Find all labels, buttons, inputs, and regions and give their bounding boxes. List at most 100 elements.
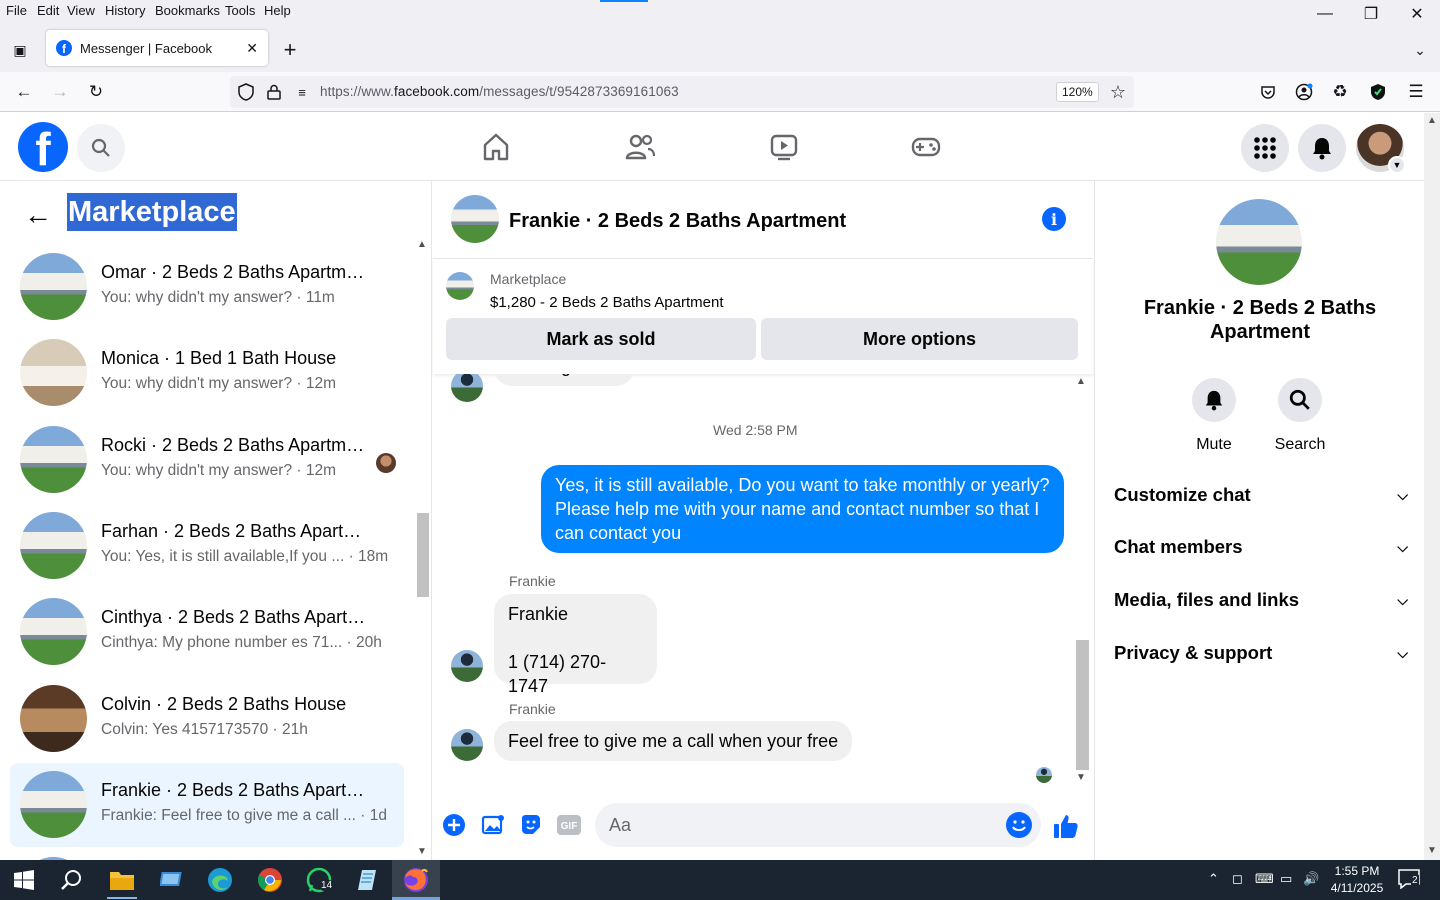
scroll-down-icon[interactable]: ▼ <box>1427 845 1437 856</box>
close-tab-icon[interactable]: ✕ <box>246 40 258 57</box>
menu-file[interactable]: File <box>6 3 27 18</box>
conversation-item-next[interactable] <box>10 849 404 860</box>
scroll-up-icon[interactable]: ▲ <box>1076 376 1086 387</box>
message-bubble-incoming[interactable]: Message sent <box>494 374 635 386</box>
conversation-item-cinthya[interactable]: Cinthya · 2 Beds 2 Baths Apartment Cinth… <box>10 590 404 674</box>
edge-icon[interactable] <box>206 866 234 894</box>
info-icon[interactable]: i <box>1042 207 1066 231</box>
chrome-icon[interactable] <box>256 866 284 894</box>
page-scrollbar[interactable]: ▲ ▼ <box>1424 113 1440 860</box>
photo-icon[interactable] <box>480 812 506 838</box>
watch-icon[interactable] <box>764 127 804 167</box>
search-in-conversation-button[interactable]: Search <box>1260 378 1340 454</box>
forward-button[interactable]: → <box>48 80 72 104</box>
app-menu-icon[interactable]: ☰ <box>1404 80 1428 104</box>
message-scrollbar[interactable]: ▲ ▼ <box>1073 374 1091 794</box>
input-language-icon[interactable]: ⌨ <box>1255 871 1274 887</box>
customize-chat-section[interactable]: Customize chat ⌵ <box>1114 480 1408 510</box>
back-arrow-icon[interactable]: ← <box>24 199 52 231</box>
reload-button[interactable]: ↻ <box>84 80 108 104</box>
new-tab-button[interactable]: + <box>278 37 302 62</box>
sticker-icon[interactable] <box>518 812 544 838</box>
mute-button[interactable]: Mute <box>1174 378 1254 454</box>
gaming-icon[interactable] <box>906 127 946 167</box>
conversation-item-rocki[interactable]: Rocki · 2 Beds 2 Baths Apartme... You: w… <box>10 418 404 502</box>
friends-icon[interactable] <box>620 127 660 167</box>
listing-price[interactable]: $1,280 - 2 Beds 2 Baths Apartment <box>490 294 723 311</box>
privacy-support-section[interactable]: Privacy & support ⌵ <box>1114 638 1408 668</box>
scroll-up-icon[interactable]: ▲ <box>1427 115 1437 126</box>
facebook-logo[interactable]: f <box>18 122 68 172</box>
message-bubble-outgoing[interactable]: Yes, it is still available, Do you want … <box>541 465 1064 553</box>
url-text[interactable]: https://www.facebook.com/messages/t/9542… <box>320 84 679 99</box>
menu-edit[interactable]: Edit <box>37 3 59 18</box>
firefox-taskbar-button[interactable] <box>392 860 440 900</box>
conversation-item-monica[interactable]: Monica · 1 Bed 1 Bath House You: why did… <box>10 331 404 415</box>
windows-start-icon[interactable] <box>10 866 38 894</box>
message-input[interactable]: Aa <box>595 803 1041 847</box>
scrollbar-thumb[interactable] <box>1076 640 1089 770</box>
lock-icon[interactable] <box>262 80 286 104</box>
conversation-item-frankie[interactable]: Frankie · 2 Beds 2 Baths Apartment Frank… <box>10 763 404 847</box>
list-all-tabs-icon[interactable]: ⌄ <box>1408 38 1432 62</box>
menu-view[interactable]: View <box>67 3 95 18</box>
show-hidden-icons[interactable]: ⌃ <box>1208 871 1219 887</box>
conversation-item-omar[interactable]: Omar · 2 Beds 2 Baths Apartment You: why… <box>10 245 404 329</box>
more-options-button[interactable]: More options <box>761 318 1078 360</box>
url-bar[interactable]: ≡ https://www.facebook.com/messages/t/95… <box>230 76 1134 108</box>
notifications-bell-icon[interactable] <box>1298 124 1346 172</box>
conversation-item-colvin[interactable]: Colvin · 2 Beds 2 Baths House Colvin: Ye… <box>10 677 404 761</box>
scroll-up-icon[interactable]: ▲ <box>417 239 427 250</box>
volume-icon[interactable]: 🔊 <box>1303 871 1319 887</box>
shield-icon[interactable] <box>234 80 258 104</box>
search-icon[interactable] <box>77 124 125 172</box>
message-bubble-incoming[interactable]: Frankie 1 (714) 270-1747 <box>494 594 657 696</box>
scrollbar-thumb[interactable] <box>417 513 429 597</box>
adblock-shield-icon[interactable] <box>1366 80 1390 104</box>
account-chevron-icon[interactable]: ▼ <box>1388 156 1406 174</box>
conversation-item-farhan[interactable]: Farhan · 2 Beds 2 Baths Apartment You: Y… <box>10 504 404 588</box>
chat-avatar[interactable] <box>451 195 499 243</box>
system-clock[interactable]: 1:55 PM 4/11/2025 <box>1325 863 1389 897</box>
listing-thumbnail[interactable] <box>446 272 474 300</box>
add-icon[interactable] <box>441 812 467 838</box>
emoji-icon[interactable] <box>1006 812 1032 838</box>
meet-now-icon[interactable]: ◻ <box>1232 871 1243 887</box>
like-icon[interactable] <box>1052 812 1080 840</box>
firefox-view-icon[interactable]: ▣ <box>8 38 32 62</box>
notification-center-icon[interactable]: 2 <box>1398 869 1420 890</box>
network-icon[interactable]: ▭ <box>1280 871 1292 887</box>
chat-title[interactable]: Frankie · 2 Beds 2 Baths Apartment <box>509 210 846 233</box>
media-files-links-section[interactable]: Media, files and links ⌵ <box>1114 585 1408 615</box>
listing-thumbnail <box>20 426 87 493</box>
chevron-down-icon: ⌵ <box>1397 644 1408 661</box>
back-button[interactable]: ← <box>12 80 36 104</box>
remote-desktop-icon[interactable] <box>158 866 186 894</box>
scroll-down-icon[interactable]: ▼ <box>1076 772 1086 783</box>
account-icon[interactable] <box>1292 80 1316 104</box>
pocket-icon[interactable] <box>1256 80 1280 104</box>
account-avatar[interactable]: ▼ <box>1356 124 1406 174</box>
menu-tools[interactable]: Tools <box>225 3 255 18</box>
mark-as-sold-button[interactable]: Mark as sold <box>446 318 756 360</box>
message-bubble-incoming[interactable]: Feel free to give me a call when your fr… <box>494 721 853 761</box>
conversation-list-scrollbar[interactable]: ▲ ▼ <box>414 239 431 860</box>
gif-icon[interactable]: GIF <box>556 812 582 838</box>
menu-help[interactable]: Help <box>264 3 291 18</box>
file-explorer-icon[interactable] <box>108 866 136 894</box>
home-icon[interactable] <box>476 127 516 167</box>
menu-history[interactable]: History <box>105 3 145 18</box>
tab-messenger[interactable]: f Messenger | Facebook ✕ <box>46 30 268 66</box>
clock-time: 1:55 PM <box>1334 864 1380 878</box>
chat-members-section[interactable]: Chat members ⌵ <box>1114 532 1408 562</box>
whatsapp-icon[interactable]: 14 <box>305 866 335 894</box>
extensions-icon[interactable]: ♻ <box>1328 80 1352 104</box>
notepad-icon[interactable] <box>354 866 382 894</box>
zoom-level[interactable]: 120% <box>1056 82 1099 102</box>
search-icon[interactable] <box>58 866 86 894</box>
scroll-down-icon[interactable]: ▼ <box>417 846 427 857</box>
bookmark-star-icon[interactable]: ☆ <box>1106 80 1130 104</box>
permissions-icon[interactable]: ≡ <box>290 80 314 104</box>
menu-bookmarks[interactable]: Bookmarks <box>155 3 220 18</box>
menu-grid-icon[interactable] <box>1241 124 1289 172</box>
